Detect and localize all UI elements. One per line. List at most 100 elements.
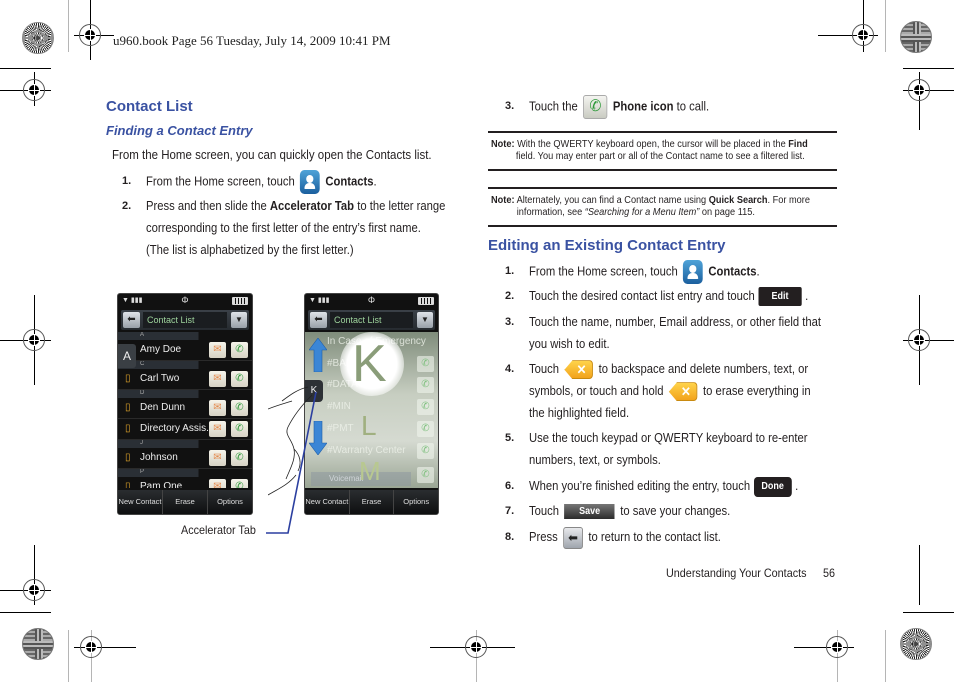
trim-line <box>919 545 920 605</box>
back-icon[interactable]: ⬅ <box>123 312 140 328</box>
cross-reference-link[interactable]: “Searching for a Menu Item” <box>585 207 700 218</box>
message-icon[interactable]: ✉ <box>209 342 226 358</box>
note-rule <box>488 131 837 133</box>
phone-icon[interactable]: ✆ <box>231 400 248 416</box>
save-button: Save <box>564 504 615 520</box>
next-letter: L <box>361 410 377 441</box>
note-rule <box>488 225 837 227</box>
options-button[interactable]: Options <box>208 490 252 514</box>
accelerator-tab[interactable]: A <box>118 344 136 368</box>
message-icon[interactable]: ✉ <box>209 371 226 387</box>
phone-icon: ✆ <box>417 399 434 415</box>
contact-row[interactable]: ▯ Pam One ✉ ✆ <box>118 477 252 488</box>
trim-line <box>903 68 954 69</box>
phone-icon[interactable]: ✆ <box>231 342 248 358</box>
step-bold-text: Phone icon <box>612 99 674 114</box>
note-label: Note: <box>491 195 515 206</box>
erase-button[interactable]: Erase <box>163 490 208 514</box>
faded-contact-name: #PMT <box>327 423 354 434</box>
section-heading: Editing an Existing Contact Entry <box>488 237 726 254</box>
edit-button: Edit <box>758 287 802 307</box>
title-label: Contact List <box>330 312 413 328</box>
section-letter: C <box>118 361 252 369</box>
registration-target-icon <box>908 329 930 351</box>
note-qwerty: Note: With the QWERTY keyboard open, the… <box>491 139 808 162</box>
registration-pattern-icon <box>22 628 54 660</box>
step-number: 1. <box>122 175 132 187</box>
status-bar: ▼ ▮▮▮ Φ <box>305 294 438 308</box>
status-bar: ▼ ▮▮▮ Φ <box>118 294 252 308</box>
trim-line <box>885 0 886 52</box>
backspace-icon: ✕ <box>668 382 698 402</box>
dropdown-icon[interactable]: ▼ <box>231 312 247 328</box>
registration-target-icon <box>908 79 930 101</box>
contact-row[interactable]: ▯ Directory Assis... ✉ ✆ <box>118 419 252 440</box>
done-button: Done <box>753 476 792 497</box>
registration-target-icon <box>465 636 487 658</box>
network-icon: Φ <box>181 295 189 305</box>
section-letter: J <box>118 440 252 448</box>
contact-icon: ▯ <box>125 481 131 488</box>
note-rule <box>488 187 837 189</box>
note-label: Note: <box>491 139 515 150</box>
contact-row[interactable]: ▯ Amy Doe ✉ ✆ <box>118 340 252 361</box>
signal-icon: ▼ ▮▮▮ <box>309 297 330 304</box>
arrow-up-icon <box>309 338 327 372</box>
section-subheading: Finding a Contact Entry <box>106 123 253 138</box>
contact-row[interactable]: ▯ Johnson ✉ ✆ <box>118 448 252 469</box>
contact-icon: ▯ <box>125 423 131 434</box>
phone-icon: ✆ <box>417 467 434 483</box>
phone-icon[interactable]: ✆ <box>231 421 248 437</box>
current-letter: K <box>352 335 387 393</box>
options-button[interactable]: Options <box>394 490 438 514</box>
step-number: 2. <box>122 200 132 212</box>
phone-icon: ✆ <box>417 421 434 437</box>
note-rule <box>488 169 837 171</box>
back-icon[interactable]: ⬅ <box>310 312 327 328</box>
contact-name: Pam One <box>140 481 183 488</box>
registration-target-icon <box>79 24 101 46</box>
bottom-bar: New Contact Erase Options <box>118 490 252 514</box>
contact-row[interactable]: ▯ Carl Two ✉ ✆ <box>118 369 252 390</box>
battery-icon <box>418 297 434 305</box>
trim-line <box>885 630 886 682</box>
network-icon: Φ <box>367 295 376 305</box>
contact-row[interactable]: ▯ Den Dunn ✉ ✆ <box>118 398 252 419</box>
new-contact-button[interactable]: New Contact <box>118 490 163 514</box>
phone-icon[interactable]: ✆ <box>231 371 248 387</box>
registration-target-icon <box>80 636 102 658</box>
title-bar: ⬅ Contact List ▼ <box>308 310 435 330</box>
contact-icon: ▯ <box>125 402 131 413</box>
registration-target-icon <box>23 79 45 101</box>
registration-target-icon <box>852 24 874 46</box>
contact-name: Den Dunn <box>140 402 186 413</box>
message-icon[interactable]: ✉ <box>209 400 226 416</box>
section-heading: Contact List <box>106 98 193 115</box>
contacts-icon <box>683 260 704 284</box>
step-text: From the Home screen, touch <box>146 174 295 189</box>
registration-starburst-icon <box>22 22 54 54</box>
step-number: 3. <box>505 100 515 112</box>
phone-icon[interactable]: ✆ <box>231 450 248 466</box>
contact-name: Directory Assis... <box>140 423 215 434</box>
phone-icon: ✆ <box>583 95 608 119</box>
message-icon[interactable]: ✉ <box>209 479 226 488</box>
trim-line <box>0 68 51 69</box>
phone-icon: ✆ <box>417 377 434 393</box>
section-letter: A <box>118 332 252 340</box>
registration-target-icon <box>23 579 45 601</box>
trim-line <box>903 612 954 613</box>
next-letter: M <box>359 456 381 486</box>
registration-target-icon <box>826 636 848 658</box>
message-icon[interactable]: ✉ <box>209 421 226 437</box>
accelerator-tab-callout: Accelerator Tab <box>181 523 256 537</box>
battery-icon <box>232 297 248 305</box>
erase-button[interactable]: Erase <box>350 490 395 514</box>
phone-icon[interactable]: ✆ <box>231 479 248 488</box>
dropdown-icon[interactable]: ▼ <box>417 312 433 328</box>
message-icon[interactable]: ✉ <box>209 450 226 466</box>
contact-icon: ▯ <box>125 452 131 463</box>
registration-target-icon <box>23 329 45 351</box>
contact-name: Carl Two <box>140 373 180 384</box>
footer-section-title: Understanding Your Contacts <box>666 566 807 580</box>
